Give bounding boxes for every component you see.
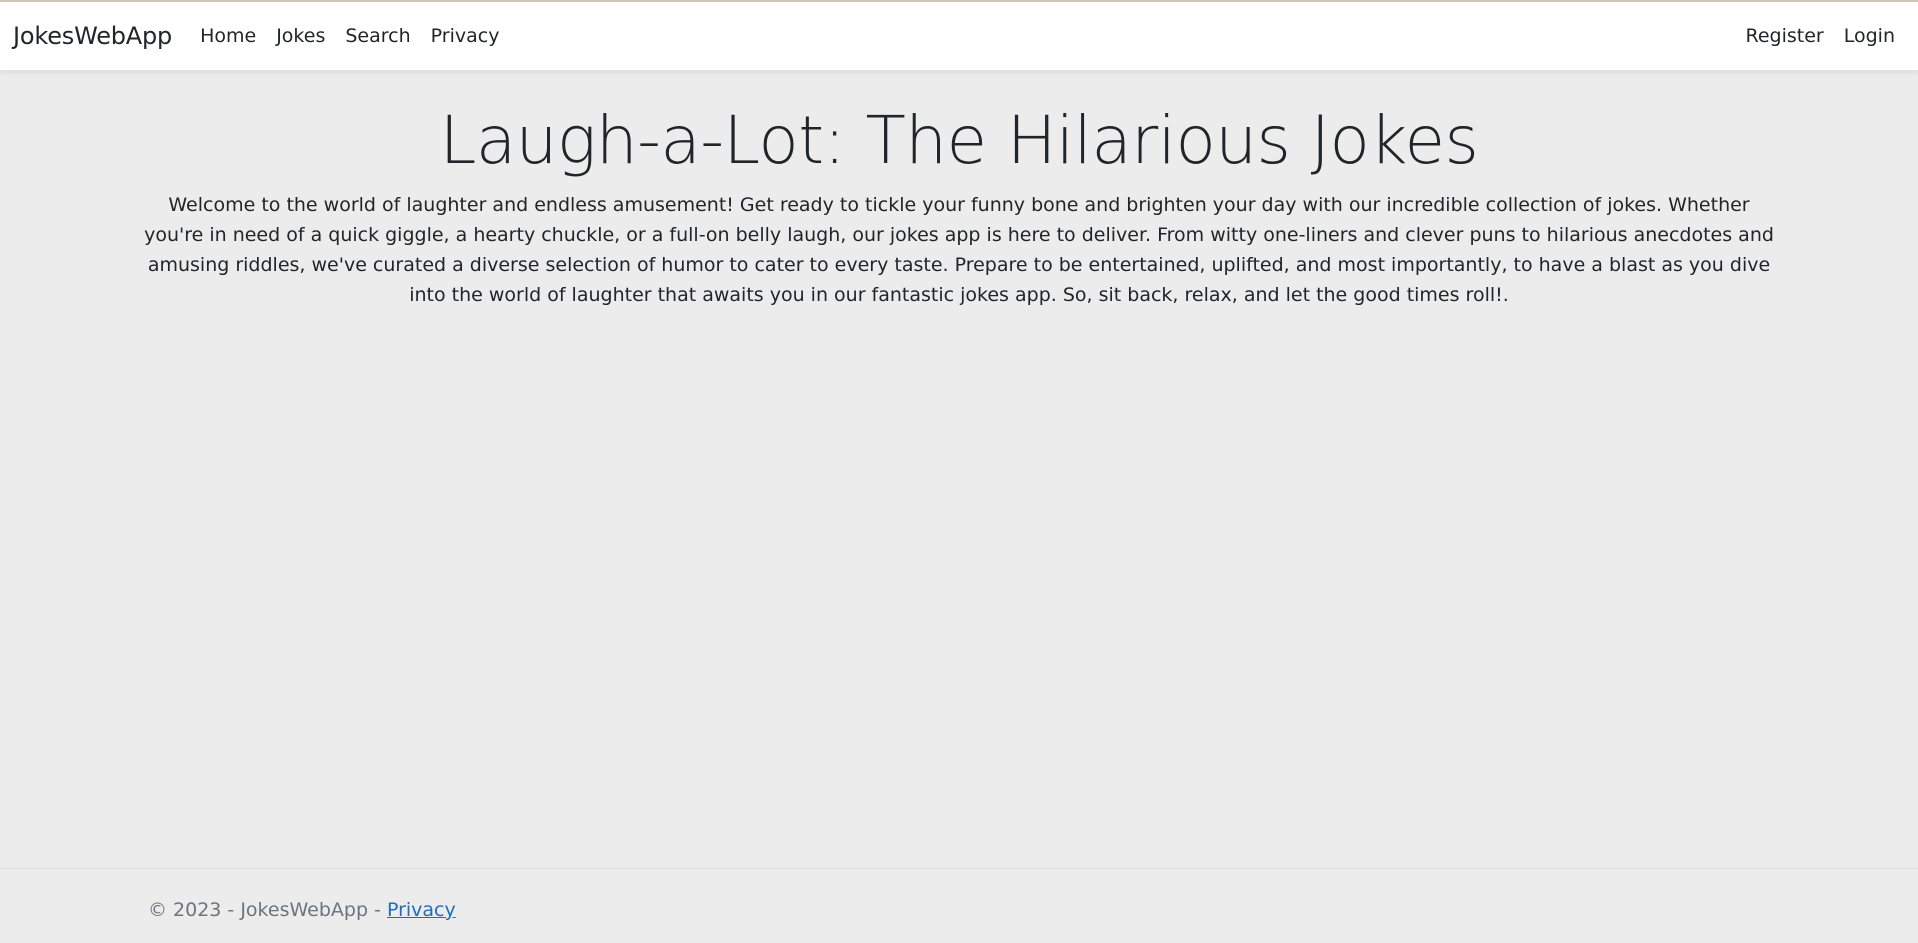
navbar: JokesWebApp Home Jokes Search Privacy Re… xyxy=(0,2,1918,71)
register-link[interactable]: Register xyxy=(1736,17,1834,55)
page-title: Laugh-a-Lot: The Hilarious Jokes xyxy=(439,102,1479,179)
nav-link-jokes[interactable]: Jokes xyxy=(266,17,335,55)
auth-links: Register Login xyxy=(1736,17,1906,55)
footer-copyright: © 2023 - JokesWebApp - xyxy=(148,899,387,921)
brand-link[interactable]: JokesWebApp xyxy=(13,22,172,50)
intro-text: Welcome to the world of laughter and end… xyxy=(144,194,1774,306)
main-content: Laugh-a-Lot: The Hilarious Jokes Welcome… xyxy=(140,72,1778,310)
footer-privacy-link[interactable]: Privacy xyxy=(387,899,456,921)
nav-link-home[interactable]: Home xyxy=(190,17,266,55)
login-link[interactable]: Login xyxy=(1834,17,1905,55)
nav-link-privacy[interactable]: Privacy xyxy=(421,17,510,55)
footer-content: © 2023 - JokesWebApp - Privacy xyxy=(148,899,456,921)
nav-link-search[interactable]: Search xyxy=(335,17,420,55)
footer: © 2023 - JokesWebApp - Privacy xyxy=(0,868,1918,943)
nav-links: Home Jokes Search Privacy xyxy=(190,17,509,55)
